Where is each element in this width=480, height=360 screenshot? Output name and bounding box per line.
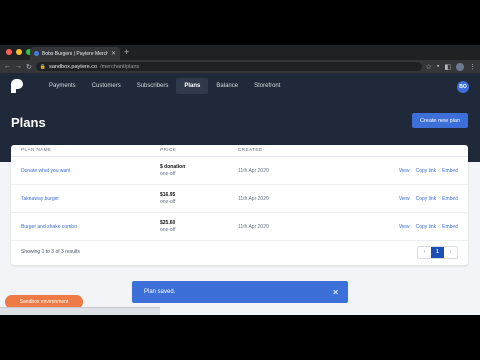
toolbar-actions: ☆ ▪ ◧ ⋮ (426, 62, 476, 71)
app-navbar: Payments Customers Subscribers Plans Bal… (0, 73, 480, 99)
prev-page-button[interactable]: ‹ (418, 247, 431, 258)
nav-item-plans[interactable]: Plans (176, 78, 209, 94)
sandbox-label: Sandbox environment (19, 299, 69, 305)
nav-item-customers[interactable]: Customers (84, 78, 129, 94)
browser-status-bar (0, 307, 160, 315)
lock-icon: 🔒 (39, 63, 47, 70)
favicon-icon (34, 51, 39, 56)
new-tab-icon[interactable]: + (124, 47, 129, 57)
browser-toolbar: ← → ↻ 🔒 sandbox.paytere.co/merchant/plan… (0, 60, 480, 73)
next-page-button[interactable]: › (444, 247, 457, 258)
screen: Bobs Burgers | Paytere Merchant ✕ + ← → … (0, 45, 480, 315)
close-window-button[interactable] (6, 49, 12, 55)
close-tab-icon[interactable]: ✕ (111, 50, 116, 57)
menu-icon[interactable]: ⋮ (469, 63, 476, 71)
copy-link-link[interactable]: Copy link (416, 196, 437, 202)
tab-title: Bobs Burgers | Paytere Merchant (42, 50, 108, 57)
column-header-price: PRICE (160, 148, 177, 153)
window-controls (6, 49, 32, 55)
table-row: Donate what you want $ donation one-off 1… (11, 157, 468, 185)
nav-item-storefront[interactable]: Storefront (246, 78, 288, 94)
copy-link-link[interactable]: Copy link (416, 168, 437, 174)
plan-name-link[interactable]: Donate what you want (21, 168, 70, 174)
toast-message: Plan saved. (144, 289, 176, 295)
embed-link[interactable]: Embed (442, 224, 458, 230)
view-link[interactable]: View (399, 224, 410, 230)
plan-created: 11th Apr 2020 (238, 195, 269, 202)
plan-type: one-off (160, 171, 176, 177)
plan-name-link[interactable]: Burger and shake combo (21, 224, 77, 230)
view-link[interactable]: View (399, 168, 410, 174)
table-row: Burger and shake combo $25.60 one-off 11t… (11, 213, 468, 241)
close-icon[interactable]: ✕ (332, 288, 339, 297)
page-1-button[interactable]: 1 (431, 246, 444, 258)
paytere-logo-icon[interactable] (11, 79, 23, 93)
embed-link[interactable]: Embed (442, 168, 458, 174)
toast-notification: Plan saved. ✕ (132, 281, 348, 303)
embed-link[interactable]: Embed (442, 196, 458, 202)
plan-price: $16.95 (160, 192, 176, 198)
plan-created: 11th Apr 2020 (238, 223, 269, 230)
nav-item-balance[interactable]: Balance (208, 78, 246, 94)
nav-item-subscribers[interactable]: Subscribers (129, 78, 177, 94)
star-icon[interactable]: ☆ (426, 63, 432, 71)
extension-icon[interactable]: ◧ (444, 63, 451, 71)
back-icon[interactable]: ← (4, 63, 11, 70)
nav-item-payments[interactable]: Payments (41, 78, 84, 94)
browser-tab[interactable]: Bobs Burgers | Paytere Merchant ✕ (30, 47, 120, 60)
table-header: PLAN NAME PRICE CREATED (11, 145, 468, 157)
column-header-created: CREATED (238, 148, 263, 153)
copy-link-link[interactable]: Copy link (416, 224, 437, 230)
url-path: /merchant/plans (100, 63, 140, 70)
browser-tab-strip: Bobs Burgers | Paytere Merchant ✕ + (0, 45, 480, 60)
results-count: Showing 1 to 3 of 3 results (21, 249, 80, 255)
user-avatar[interactable]: BO (457, 81, 469, 93)
extension-icon[interactable]: ▪ (437, 63, 439, 70)
table-row: Takeaway burger $16.95 one-off 11th Apr 2… (11, 185, 468, 213)
plan-type: one-off (160, 227, 176, 233)
plan-created: 11th Apr 2020 (238, 167, 269, 174)
create-plan-button[interactable]: Create new plan (412, 113, 468, 128)
page-title: Plans (11, 115, 46, 130)
forward-icon[interactable]: → (15, 63, 22, 70)
view-link[interactable]: View (399, 196, 410, 202)
column-header-plan-name: PLAN NAME (21, 148, 52, 153)
address-bar[interactable]: 🔒 sandbox.paytere.co/merchant/plans (35, 62, 422, 71)
pagination: ‹ 1 › (417, 245, 458, 259)
url-host: sandbox.paytere.co (49, 63, 98, 70)
plan-price: $ donation (160, 164, 186, 170)
plan-name-link[interactable]: Takeaway burger (21, 196, 59, 202)
plan-price: $25.60 (160, 220, 176, 226)
minimize-window-button[interactable] (16, 49, 22, 55)
profile-avatar-icon[interactable] (456, 62, 464, 71)
plans-table: PLAN NAME PRICE CREATED Donate what you … (11, 145, 468, 265)
table-footer: Showing 1 to 3 of 3 results ‹ 1 › (11, 241, 468, 263)
reload-icon[interactable]: ↻ (26, 63, 32, 71)
plan-type: one-off (160, 199, 176, 205)
